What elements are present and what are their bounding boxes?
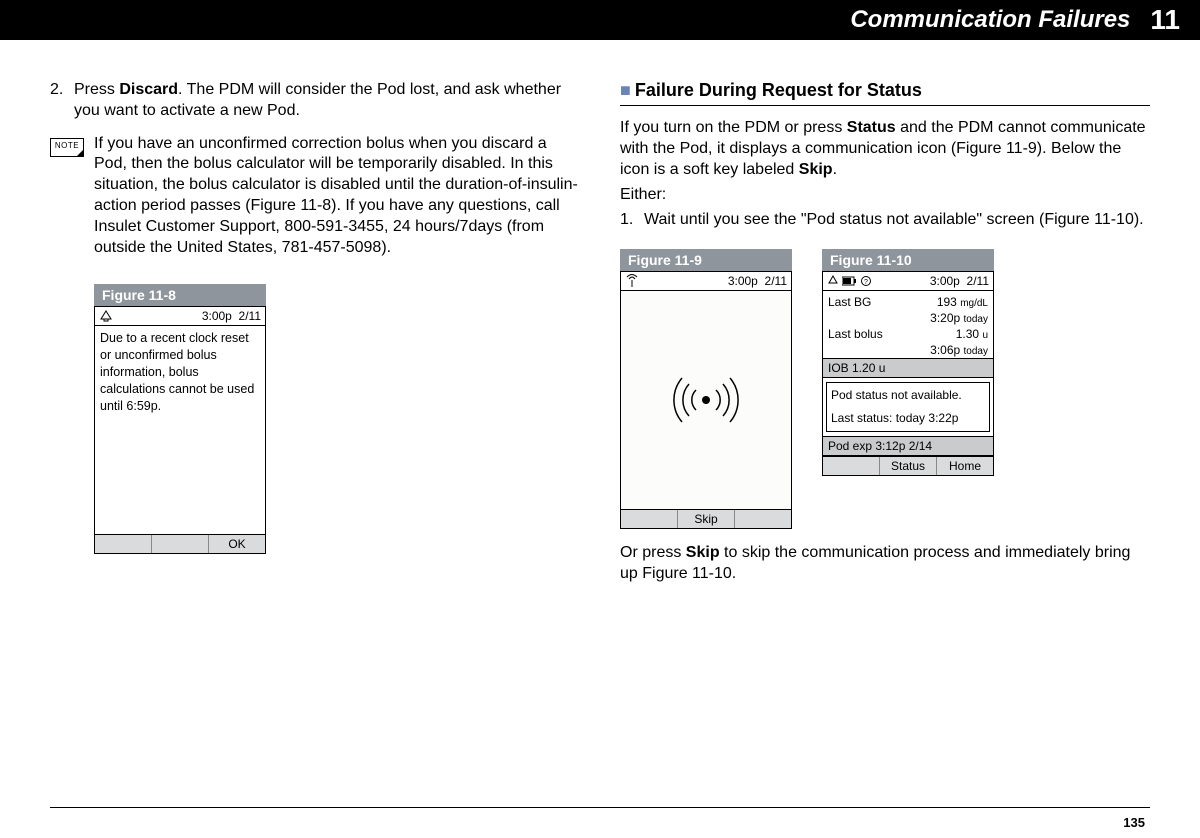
discard-bold: Discard — [119, 81, 178, 98]
bell-icon — [99, 310, 113, 322]
page-number: 135 — [1123, 815, 1145, 830]
section-rule — [620, 105, 1150, 106]
either-label: Either: — [620, 186, 1150, 204]
last-bg-time-row: 3:20p today — [823, 310, 993, 326]
softkey-empty — [621, 510, 678, 528]
figure-11-10: Figure 11-10 ? 3:00p 2/11 — [822, 249, 994, 529]
right-column: ■Failure During Request for Status If yo… — [620, 80, 1150, 585]
device-date: 2/11 — [239, 309, 261, 323]
paragraph-1: If you turn on the PDM or press Status a… — [620, 118, 1150, 180]
device-topbar: 3:00p 2/11 — [621, 272, 791, 291]
step-2: 2. Press Discard. The PDM will consider … — [50, 80, 580, 122]
pod-exp-band: Pod exp 3:12p 2/14 — [823, 436, 993, 456]
softkey-empty — [152, 535, 209, 553]
after-paragraph: Or press Skip to skip the communication … — [620, 543, 1150, 585]
pod-status-box: Pod status not available. Last status: t… — [826, 382, 990, 432]
header-title: Communication Failures — [850, 6, 1130, 34]
device-time: 3:00p — [202, 309, 232, 323]
last-bg-row: Last BG 193 mg/dL — [823, 294, 993, 310]
last-bolus-row: Last bolus 1.30 u — [823, 326, 993, 342]
question-icon: ? — [861, 276, 871, 286]
svg-text:?: ? — [864, 279, 868, 286]
device-softkeys: OK — [95, 534, 265, 553]
softkey-status: Status — [880, 457, 937, 475]
figure-label: Figure 11-10 — [822, 249, 994, 271]
note-label: NOTE — [50, 138, 84, 157]
softkey-skip: Skip — [678, 510, 735, 528]
step-1: 1. Wait until you see the "Pod status no… — [620, 210, 1150, 231]
device-softkeys: Skip — [621, 509, 791, 528]
figure-label: Figure 11-9 — [620, 249, 792, 271]
page-header-bar: Communication Failures 11 — [0, 0, 1200, 40]
softkey-home: Home — [937, 457, 993, 475]
skip-bold: Skip — [799, 161, 833, 178]
note-icon: NOTE — [50, 134, 94, 259]
device-screen-10: ? 3:00p 2/11 Last BG 193 mg/dL — [822, 271, 994, 476]
status-bold: Status — [847, 119, 896, 136]
bell-icon — [827, 275, 839, 287]
header-chapter-number: 11 — [1150, 4, 1180, 36]
device-topbar: 3:00p 2/11 — [95, 307, 265, 326]
footer-rule — [50, 807, 1150, 808]
device-topbar: ? 3:00p 2/11 — [823, 272, 993, 291]
section-heading: ■Failure During Request for Status — [620, 80, 1150, 101]
device-time: 3:00p — [728, 274, 758, 288]
step-number: 1. — [620, 210, 644, 231]
device-screen-8: 3:00p 2/11 Due to a recent clock reset o… — [94, 306, 266, 554]
step-text: Wait until you see the "Pod status not a… — [644, 210, 1150, 231]
device-date: 2/11 — [765, 274, 787, 288]
figure-label: Figure 11-8 — [94, 284, 266, 306]
softkey-empty — [735, 510, 791, 528]
left-column: 2. Press Discard. The PDM will consider … — [50, 80, 580, 585]
softkey-empty — [823, 457, 880, 475]
device-date: 2/11 — [967, 274, 989, 288]
antenna-icon — [625, 274, 639, 288]
last-bolus-time-row: 3:06p today — [823, 342, 993, 358]
step-number: 2. — [50, 80, 74, 122]
device-time: 3:00p — [930, 274, 960, 288]
section-bullet-icon: ■ — [620, 80, 631, 100]
iob-band: IOB 1.20 u — [823, 358, 993, 378]
device-softkeys: Status Home — [823, 456, 993, 475]
note-block: NOTE If you have an unconfirmed correcti… — [50, 134, 580, 259]
battery-icon — [842, 276, 858, 286]
softkey-empty — [95, 535, 152, 553]
device-body — [621, 291, 791, 509]
step-text: Press Discard. The PDM will consider the… — [74, 80, 580, 122]
note-text: If you have an unconfirmed correction bo… — [94, 134, 580, 259]
device-screen-9: 3:00p 2/11 — [620, 271, 792, 529]
skip-bold-2: Skip — [686, 544, 720, 561]
figure-11-8: Figure 11-8 3:00p 2/11 Due to a recent c… — [94, 284, 266, 554]
figure-11-9: Figure 11-9 3:00p 2/11 — [620, 249, 792, 529]
communication-icon — [666, 370, 746, 430]
softkey-ok: OK — [209, 535, 265, 553]
device-body: Due to a recent clock reset or unconfirm… — [95, 326, 265, 534]
